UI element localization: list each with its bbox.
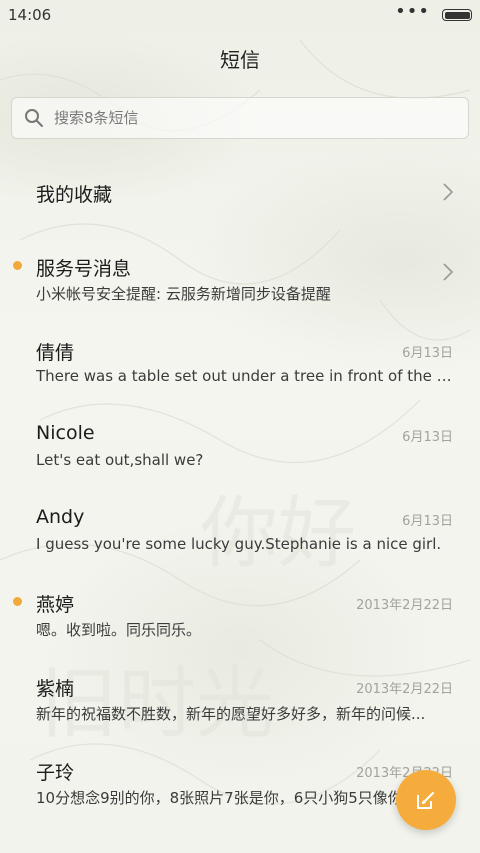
unread-indicator (13, 597, 22, 606)
status-time: 14:06 (8, 6, 52, 24)
chevron-right-icon (443, 263, 454, 281)
favorites-label: 我的收藏 (36, 184, 113, 206)
contact-name: Nicole (36, 422, 95, 444)
conversation-item[interactable]: 燕婷嗯。收到啦。同乐同乐。 2013年2月22日 (0, 568, 480, 652)
contact-name: 倩倩 (36, 342, 75, 364)
conversation-item[interactable]: 紫楠新年的祝福数不胜数，新年的愿望好多好多，新年的问候... 2013年2月22日 (0, 652, 480, 736)
message-date: 6月13日 (402, 346, 453, 361)
conversation-item[interactable]: Nicole Let's eat out,shall we? 6月13日 (0, 400, 480, 484)
message-preview: 小米帐号安全提醒: 云服务新增同步设备提醒 (36, 285, 331, 303)
message-preview: 10分想念9别的你，8张照片7张是你，6只小狗5只像你... (36, 789, 418, 807)
battery-icon (442, 9, 472, 21)
favorites-item[interactable]: 我的收藏 (0, 148, 480, 232)
compose-icon (417, 791, 435, 809)
message-preview: Let's eat out,shall we? (36, 451, 204, 469)
message-date: 6月13日 (402, 514, 453, 529)
message-date: 2013年2月22日 (356, 682, 453, 697)
conversation-list: 我的收藏 服务号消息小米帐号安全提醒: 云服务新增同步设备提醒倩倩 There w… (0, 148, 480, 820)
battery-level (444, 11, 470, 19)
contact-name: 燕婷 (36, 594, 75, 616)
contact-name: 子玲 (36, 762, 75, 784)
status-icons: ••• (395, 3, 472, 21)
unread-indicator (13, 261, 22, 270)
contact-name: 服务号消息 (36, 258, 132, 280)
message-preview: 新年的祝福数不胜数，新年的愿望好多好多，新年的问候... (36, 705, 426, 723)
contact-name: 紫楠 (36, 678, 75, 700)
conversation-item[interactable]: 服务号消息小米帐号安全提醒: 云服务新增同步设备提醒 (0, 232, 480, 316)
conversation-item[interactable]: 倩倩 There was a table set out under a tree… (0, 316, 480, 400)
message-date: 6月13日 (402, 430, 453, 445)
contact-name: Andy (36, 506, 85, 528)
search-bar[interactable] (11, 97, 469, 139)
page-title: 短信 (220, 48, 260, 72)
chevron-right-icon (443, 183, 454, 201)
more-dots-icon: ••• (395, 1, 430, 22)
search-input[interactable] (54, 109, 434, 127)
message-preview: There was a table set out under a tree i… (36, 367, 452, 385)
message-date: 2013年2月22日 (356, 598, 453, 613)
message-preview: I guess you're some lucky guy.Stephanie … (36, 535, 442, 553)
conversation-item[interactable]: Andy I guess you're some lucky guy.Stepha… (0, 484, 480, 568)
compose-button[interactable] (396, 770, 456, 830)
message-preview: 嗯。收到啦。同乐同乐。 (36, 621, 202, 639)
search-icon (24, 108, 44, 128)
status-bar: 14:06 ••• (0, 0, 480, 30)
